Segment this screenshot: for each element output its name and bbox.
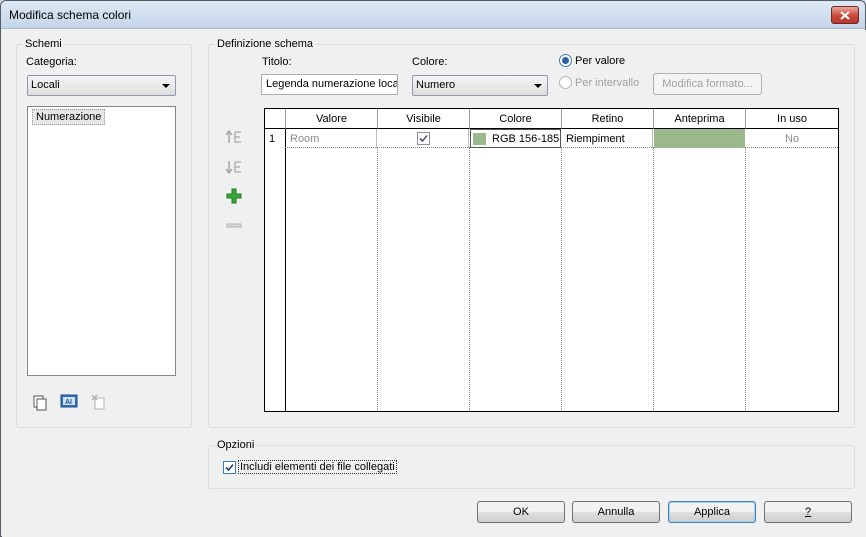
color-text: RGB 156-185 [492,132,560,145]
check-icon [225,463,234,471]
add-row-button[interactable] [224,186,244,206]
close-button[interactable] [831,6,859,24]
color-swatch [473,132,486,145]
column-divider [653,148,654,411]
schemes-group-label: Schemi [23,38,64,50]
chevron-down-icon [534,84,542,88]
include-linked-label: Includi elementi dei file collegati [238,460,397,474]
color-label: Colore: [412,56,448,68]
column-header-color[interactable]: Colore [470,109,562,129]
chevron-down-icon [162,84,170,88]
visible-checkbox[interactable] [416,132,430,145]
remove-row-button[interactable] [224,216,244,236]
dialog-title: Modifica schema colori [9,8,132,22]
check-icon [418,134,428,143]
schemes-list[interactable]: Numerazione [27,106,176,376]
apply-button[interactable]: Applica [668,501,756,523]
delete-icon [91,394,105,410]
row-header-separator [285,129,286,411]
by-value-label: Per valore [575,54,626,67]
column-divider [377,148,378,411]
color-scheme-table[interactable]: Valore Visibile Colore Retino Anteprima … [264,108,839,412]
cell-in-use: No [784,132,800,145]
move-row-down-button[interactable] [224,157,244,177]
options-group-label: Opzioni [215,439,257,451]
by-value-radio[interactable]: Per valore [559,54,625,67]
column-divider [745,148,746,411]
color-combo[interactable]: Numero [412,75,548,96]
column-divider [469,148,470,411]
column-header-visible[interactable]: Visibile [378,109,470,129]
move-up-icon [225,129,241,143]
minus-icon [226,223,242,228]
include-linked-option[interactable]: Includi elementi dei file collegati [223,460,397,474]
help-button[interactable]: ? [764,501,852,523]
category-value: Locali [31,79,60,91]
category-label: Categoria: [26,56,77,68]
category-combo[interactable]: Locali [27,75,176,96]
column-header-pattern[interactable]: Retino [562,109,654,129]
title-input[interactable]: Legenda numerazione local [261,74,398,95]
plus-icon [226,188,242,204]
row-index: 1 [269,132,276,145]
column-header-value[interactable]: Valore [286,109,378,129]
delete-scheme-button[interactable] [89,392,109,412]
by-range-label: Per intervallo [575,76,640,89]
duplicate-scheme-button[interactable] [30,393,50,413]
color-value: Numero [416,79,456,91]
cell-visible[interactable] [378,129,469,148]
move-down-icon [225,161,241,175]
cell-color[interactable]: RGB 156-185 [470,129,561,148]
column-header-preview[interactable]: Anteprima [654,109,746,129]
rename-scheme-button[interactable]: AI [59,391,79,411]
include-linked-checkbox[interactable] [223,460,236,474]
edit-format-button[interactable]: Modifica formato... [653,73,762,95]
by-range-radio[interactable]: Per intervallo [559,76,639,89]
cell-value[interactable]: Room [286,129,377,148]
dialog-window: Modifica schema colori Schemi Categoria:… [0,0,866,537]
definition-group-label: Definizione schema [215,38,315,50]
radio-dot [559,54,572,67]
close-icon [840,10,850,20]
table-corner [265,109,286,129]
move-row-up-button[interactable] [224,127,244,147]
rename-icon: AI [60,394,78,408]
cell-preview [654,129,745,148]
list-item[interactable]: Numerazione [32,109,106,125]
column-header-in-use[interactable]: In uso [746,109,838,129]
column-divider [561,148,562,411]
cancel-button[interactable]: Annulla [572,501,660,523]
cell-pattern[interactable]: Riempiment [562,129,653,148]
dialog-client: Schemi Categoria: Locali Numerazione AI [2,30,866,537]
radio-dot [559,76,572,89]
title-label: Titolo: [262,56,292,68]
duplicate-icon [33,395,47,411]
ok-button[interactable]: OK [477,501,565,523]
title-bar[interactable]: Modifica schema colori [1,1,865,29]
svg-text:AI: AI [65,399,72,406]
preview-swatch [654,129,745,148]
